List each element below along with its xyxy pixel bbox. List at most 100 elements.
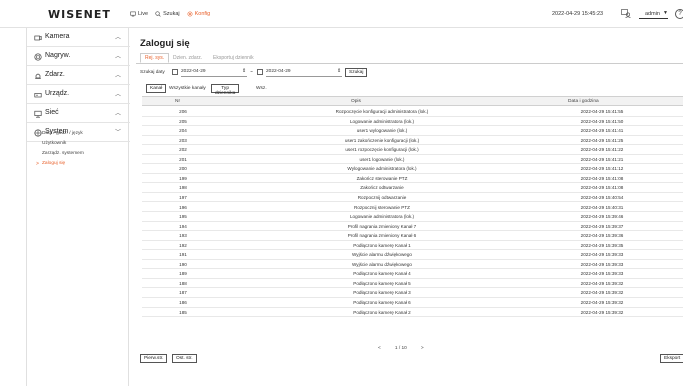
nav-live[interactable]: Live — [130, 11, 148, 17]
date-from-field[interactable]: 2022-04-29 ⇕ — [181, 69, 247, 77]
table-row[interactable]: 197 Rozpocznij odtwarzanie 2022-04-29 15:4… — [142, 193, 683, 203]
sidebar-sub-datetime[interactable]: Data / godz. / język — [42, 131, 83, 136]
table-row[interactable]: 188 Podłączono kamerę Kanał 5 2022-04-29 1… — [142, 279, 683, 289]
help-icon[interactable]: ? — [675, 9, 683, 19]
gear-icon — [187, 11, 193, 17]
nav-setup[interactable]: Konfig — [187, 11, 211, 17]
date-to-field[interactable]: 2022-04-29 ⇕ — [266, 69, 342, 77]
cell-description: Rozpocznij sterowanie PTZ — [354, 204, 410, 210]
cell-description: user1 wylogowanie (lok.) — [356, 128, 408, 134]
page-indicator: 1 / 10 — [394, 346, 407, 351]
cell-datetime: 2022-04-29 15:41:25 — [580, 137, 624, 143]
search-button[interactable]: Szukaj — [345, 68, 368, 77]
table-row[interactable]: 191 Wyjście alarmu dźwiękowego 2022-04-29 … — [142, 250, 683, 260]
table-row[interactable]: 198 Zakończ odtwarzanie 2022-04-29 15:41:0… — [142, 183, 683, 193]
table-row[interactable]: 185 Podłączono kamerę Kanał 2 2022-04-29 1… — [142, 308, 683, 318]
active-arrow-icon: > — [36, 161, 39, 167]
sidebar-sub-log[interactable]: Zaloguj się — [42, 161, 65, 166]
sidebar-item-record[interactable]: Nagryw. ︿ — [27, 47, 130, 66]
table-row[interactable]: 199 Zakończ sterowanie PTZ 2022-04-29 15:4… — [142, 174, 683, 184]
cell-datetime: 2022-04-29 15:39:46 — [580, 214, 624, 220]
table-row[interactable]: 201 user1 logowanie (lok.) 2022-04-29 15:4… — [142, 155, 683, 165]
tab-export-log[interactable]: Eksportuj dziennik — [213, 55, 254, 61]
cell-description: Podłączono kamerę Kanał 5 — [353, 280, 411, 286]
cell-no: 189 — [179, 271, 187, 277]
sidebar-item-event[interactable]: Zdarz. ︿ — [27, 66, 130, 85]
column-header-no[interactable]: Nr — [175, 99, 180, 104]
last-page-button[interactable]: Ost. str. — [172, 354, 197, 363]
table-row[interactable]: 206 Rozpoczęcie konfiguracji administrato… — [142, 107, 683, 117]
cell-description: Wyjście alarmu dźwiękowego — [352, 261, 412, 267]
cell-datetime: 2022-04-29 15:40:31 — [580, 204, 624, 210]
cell-no: 191 — [179, 252, 187, 258]
cell-datetime: 2022-04-29 15:39:32 — [580, 280, 624, 286]
sidebar-sub-system-mgmt[interactable]: Zarządz. systemem — [42, 151, 84, 156]
cell-description: Wyjście alarmu dźwiękowego — [352, 252, 412, 258]
cell-no: 198 — [179, 185, 187, 191]
logo: WISENET — [48, 8, 111, 21]
cell-datetime: 2022-04-29 15:41:55 — [580, 109, 624, 114]
table-row[interactable]: 186 Podłączono kamerę Kanał 6 2022-04-29 1… — [142, 298, 683, 308]
cell-no: 185 — [179, 309, 187, 315]
tab-event-log[interactable]: Dzien. zdarz. — [173, 55, 202, 61]
cell-no: 196 — [179, 204, 187, 210]
cell-no: 193 — [179, 233, 187, 239]
log-type-button[interactable]: Typ dziennika — [211, 84, 240, 96]
nav-setup-label: Konfig — [194, 11, 211, 17]
cell-description: Zakończ odtwarzanie — [360, 185, 404, 191]
spinner-icon: ⇕ — [241, 69, 246, 74]
table-row[interactable]: 204 user1 wylogowanie (lok.) 2022-04-29 15… — [142, 126, 683, 136]
bell-icon — [35, 73, 41, 79]
table-row[interactable]: 196 Rozpocznij sterowanie PTZ 2022-04-29 1… — [142, 203, 683, 212]
sidebar: Kamera ︿ Nagryw. ︿ Zdarz. ︿ Urządz. ︿ Si… — [26, 28, 130, 386]
table-row[interactable]: 203 user1 zakończenie konfiguracji (lok.)… — [142, 136, 683, 146]
calendar-icon[interactable] — [257, 69, 263, 75]
device-icon — [34, 93, 42, 98]
column-header-description[interactable]: Opis — [351, 99, 361, 104]
cell-description: Rozpoczęcie konfiguracji administratora … — [335, 109, 429, 114]
table-row[interactable]: 192 Podłączono kamerę Kanał 1 2022-04-29 1… — [142, 241, 683, 251]
user-select[interactable]: admin ▼ — [639, 10, 668, 19]
cell-description: Podłączono kamerę Kanał 2 — [353, 309, 411, 315]
cell-datetime: 2022-04-29 15:41:41 — [580, 128, 624, 134]
user-switch-icon[interactable] — [621, 9, 631, 18]
cell-description: user1 rozpoczęcie konfiguracji (lok.) — [345, 147, 419, 153]
table-row[interactable]: 205 Logowanie administratora (lok.) 2022-0… — [142, 117, 683, 127]
sidebar-sub-user[interactable]: Użytkownik — [42, 141, 66, 146]
cell-datetime: 2022-04-29 15:39:36 — [580, 233, 624, 239]
next-page-button[interactable]: > — [421, 346, 424, 351]
sidebar-item-network[interactable]: Sieć ︿ — [27, 104, 130, 123]
tab-bar: Rej. sys. Dzien. zdarz. Eksportuj dzienn… — [136, 53, 683, 64]
cell-description: Logowanie administratora (lok.) — [349, 118, 415, 124]
sidebar-item-device[interactable]: Urządz. ︿ — [27, 85, 130, 104]
channel-value: Wszystkie kanały — [169, 86, 206, 91]
cell-datetime: 2022-04-29 15:41:21 — [580, 156, 624, 162]
table-row[interactable]: 193 Profil nagrania zmieniony Kanał 6 2022… — [142, 231, 683, 241]
prev-page-button[interactable]: < — [378, 346, 381, 351]
sidebar-item-camera[interactable]: Kamera ︿ — [27, 28, 130, 47]
table-row[interactable]: 200 Wylogowanie administratora (lok.) 2022… — [142, 164, 683, 174]
cell-datetime: 2022-04-29 15:39:37 — [580, 223, 624, 229]
column-header-datetime[interactable]: Data i godzina — [568, 99, 599, 104]
table-row[interactable]: 189 Podłączono kamerę Kanał 4 2022-04-29 1… — [142, 269, 683, 279]
cell-datetime: 2022-04-29 15:41:12 — [580, 166, 624, 172]
table-row[interactable]: 190 Wyjście alarmu dźwiękowego 2022-04-29 … — [142, 260, 683, 270]
nav-search[interactable]: Szukaj — [155, 11, 180, 17]
chevron-up-icon: ︿ — [114, 54, 121, 60]
cell-datetime: 2022-04-29 15:41:22 — [580, 147, 624, 153]
calendar-icon[interactable] — [172, 69, 178, 75]
table-row[interactable]: 194 Profil nagrania zmieniony Kanał 7 2022… — [142, 222, 683, 232]
cell-no: 199 — [179, 175, 187, 181]
table-row[interactable]: 187 Podłączono kamerę Kanał 3 2022-04-29 1… — [142, 288, 683, 298]
user-name: admin — [645, 11, 660, 17]
channel-button[interactable]: Kanał — [146, 84, 167, 93]
tab-system-log[interactable]: Rej. sys. — [140, 53, 170, 63]
first-page-button[interactable]: Pierw.str. — [140, 354, 168, 363]
cell-datetime: 2022-04-29 15:39:33 — [580, 271, 624, 277]
cell-no: 192 — [179, 242, 187, 248]
table-row[interactable]: 202 user1 rozpoczęcie konfiguracji (lok.)… — [142, 145, 683, 155]
export-button[interactable]: Eksport — [660, 354, 683, 363]
cell-description: Podłączono kamerę Kanał 6 — [353, 300, 411, 305]
chevron-up-icon: ︿ — [114, 111, 121, 117]
table-row[interactable]: 195 Logowanie administratora (lok.) 2022-0… — [142, 212, 683, 222]
